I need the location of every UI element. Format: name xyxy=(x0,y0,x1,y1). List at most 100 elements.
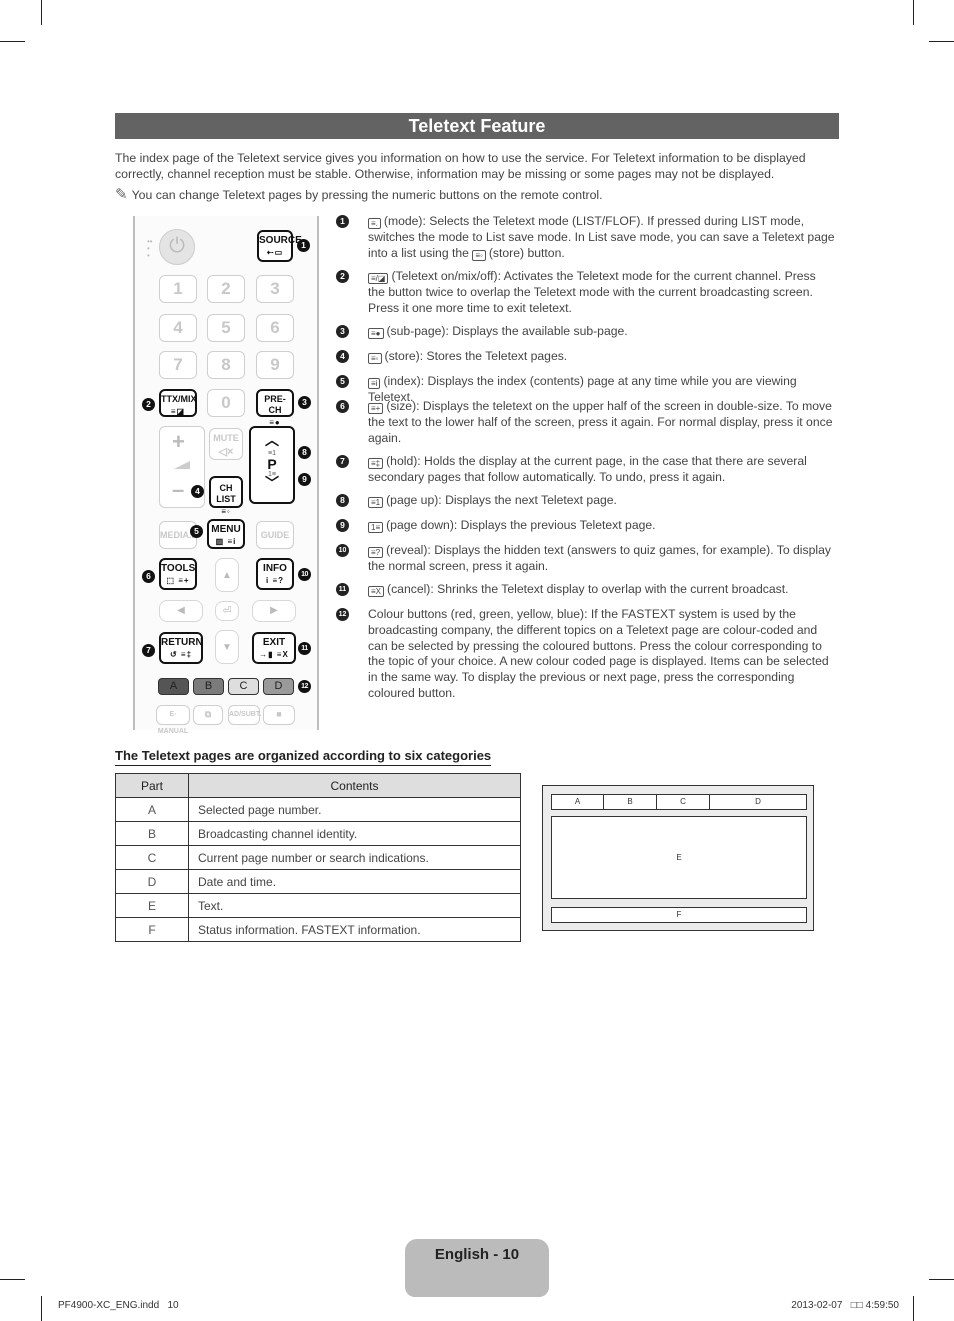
indicator-dots: •• • • xyxy=(147,237,153,260)
crop-mark xyxy=(0,1279,25,1280)
table-row: C Current page number or search indicatio… xyxy=(115,845,521,870)
header-part: Part xyxy=(115,773,189,798)
num-button-0: 0 xyxy=(207,389,245,417)
info-button: INFO i ≡? xyxy=(256,558,294,590)
source-button: SOURCE ⇠▭ xyxy=(257,230,302,262)
list-item: 7 ≡‡ (hold): Holds the display at the cur… xyxy=(336,454,836,486)
down-arrow-button: ▼ xyxy=(215,630,239,664)
callout-1: 1 xyxy=(297,239,310,252)
up-arrow-button: ▲ xyxy=(215,558,239,592)
note-text: You can change Teletext pages by pressin… xyxy=(131,188,603,202)
color-button-a: A xyxy=(158,678,189,695)
num-button-2: 2 xyxy=(207,275,245,303)
item-number: 9 xyxy=(336,519,349,532)
list-item: 6 ≡+ (size): Displays the teletext on the… xyxy=(336,399,836,446)
diagram-part-d: D xyxy=(755,797,761,806)
item-number: 6 xyxy=(336,400,349,413)
pre-ch-button: PRE-CH ≡● xyxy=(256,389,294,427)
table-row: F Status information. FASTEXT information… xyxy=(115,917,521,942)
crop-mark xyxy=(929,1279,954,1280)
page-down-icon: 1≡ xyxy=(368,522,384,533)
item-text: (Teletext on/mix/off): Activates the Tel… xyxy=(368,269,816,315)
list-item: 9 1≡ (page down): Displays the previous T… xyxy=(336,518,836,534)
right-arrow-button: ▶ xyxy=(252,600,296,622)
num-button-3: 3 xyxy=(256,275,294,303)
diagram-part-c: C xyxy=(657,795,710,809)
power-icon: ⏻ xyxy=(159,229,195,265)
cell-contents: Date and time. xyxy=(188,869,521,894)
callout-8: 8 xyxy=(298,446,311,459)
ad-subt-button: AD/SUBT. xyxy=(228,705,261,725)
cell-contents: Text. xyxy=(188,893,521,918)
ch-list-button: CH LIST ≡◦ xyxy=(209,476,243,516)
remote-control-illustration: •• • • ⏻ SOURCE ⇠▭ 1 1 2 3 4 5 6 7 8 9 2 TT… xyxy=(133,216,319,735)
item-number: 5 xyxy=(336,375,349,388)
return-button: RETURN ↺ ≡‡ xyxy=(159,632,203,664)
cell-part: A xyxy=(115,797,189,822)
cell-part: C xyxy=(115,845,189,870)
page-number: English - 10 xyxy=(434,1246,520,1263)
crop-mark xyxy=(929,41,954,42)
callout-5: 5 xyxy=(190,525,203,538)
item-number: 4 xyxy=(336,350,349,363)
tools-button: TOOLS ⬚ ≡+ xyxy=(159,558,197,590)
crop-mark xyxy=(41,0,42,25)
table-title: The Teletext pages are organized accordi… xyxy=(115,748,492,766)
callout-4: 4 xyxy=(191,485,204,498)
item-text: (size): Displays the teletext on the upp… xyxy=(368,399,833,445)
teletext-on-mix-off-icon: ≡/◪ xyxy=(368,273,389,284)
reveal-icon: ≡? xyxy=(368,547,384,558)
item-text: (mode): Selects the Teletext mode (LIST/… xyxy=(368,214,835,260)
list-item: 4 ≡◦ (store): Stores the Teletext pages. xyxy=(336,349,836,365)
num-button-5: 5 xyxy=(207,314,245,342)
cell-contents: Current page number or search indication… xyxy=(188,845,521,870)
item-text: (page down): Displays the previous Telet… xyxy=(386,518,656,532)
item-number: 3 xyxy=(336,325,349,338)
num-button-6: 6 xyxy=(256,314,294,342)
item-text: (page up): Displays the next Teletext pa… xyxy=(386,493,617,507)
callout-6: 6 xyxy=(142,570,155,583)
p-label: P xyxy=(267,456,277,472)
callout-12: 12 xyxy=(298,680,311,693)
chevron-down-icon: ﹀ xyxy=(265,475,279,491)
mute-button: MUTE ◁× xyxy=(209,428,243,460)
cell-part: B xyxy=(115,821,189,846)
footer-timestamp: 2013-02-07 □□ 4:59:50 xyxy=(791,1300,899,1311)
cell-contents: Status information. FASTEXT information. xyxy=(188,917,521,942)
stop-button: ■ xyxy=(263,705,295,725)
list-item: 3 ≡● (sub-page): Displays the available s… xyxy=(336,324,836,340)
size-icon: ≡+ xyxy=(368,403,384,414)
crop-mark xyxy=(0,41,25,42)
crop-mark xyxy=(913,0,914,25)
3d-icon: ⧉ xyxy=(204,709,212,719)
teletext-screen-diagram: A B C D E F xyxy=(542,785,814,931)
chevron-up-icon: ︿ xyxy=(265,432,279,448)
3d-button: ⧉ xyxy=(193,705,223,725)
num-button-7: 7 xyxy=(159,351,197,379)
table-header-row: Part Contents xyxy=(115,773,521,798)
table-row: B Broadcasting channel identity. xyxy=(115,821,521,846)
diagram-part-f: F xyxy=(551,907,807,923)
cancel-icon: ≡X xyxy=(368,586,385,597)
list-item: 2 ≡/◪ (Teletext on/mix/off): Activates th… xyxy=(336,269,836,316)
minus-icon: – xyxy=(172,477,185,502)
list-item: 12 Colour buttons (red, green, yellow, b… xyxy=(336,607,836,702)
ttx-mix-button: TTX/MIX ≡◪ xyxy=(159,389,197,417)
volume-wedge-icon xyxy=(174,461,190,469)
list-item: 11 ≡X (cancel): Shrinks the Teletext disp… xyxy=(336,582,836,598)
callout-10: 10 xyxy=(298,568,311,581)
cell-part: D xyxy=(115,869,189,894)
list-item: 8 ≡1 (page up): Displays the next Teletex… xyxy=(336,493,836,509)
item-text: (store) button. xyxy=(488,245,565,260)
callout-11: 11 xyxy=(298,642,311,655)
item-text: (store): Stores the Teletext pages. xyxy=(384,349,568,363)
item-number: 2 xyxy=(336,270,349,283)
item-text: (hold): Holds the display at the current… xyxy=(368,454,807,484)
diagram-header: A B C D xyxy=(551,794,807,810)
page-number-badge: English - 10 xyxy=(405,1239,549,1297)
header-contents: Contents xyxy=(188,773,521,798)
footer-file-info: PF4900-XC_ENG.indd 10 xyxy=(58,1300,179,1311)
mute-icon: ◁× xyxy=(218,446,234,458)
item-text: (cancel): Shrinks the Teletext display t… xyxy=(387,582,789,596)
menu-button: MENU ▥ ≡i xyxy=(207,519,245,549)
